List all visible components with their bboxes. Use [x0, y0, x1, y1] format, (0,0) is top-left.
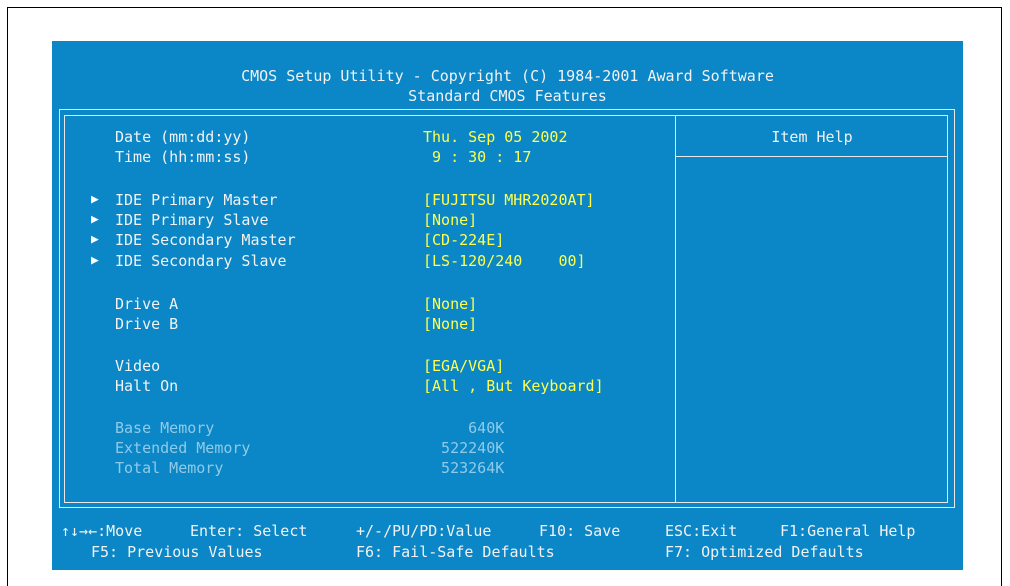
submenu-arrow-icon: ▶: [91, 192, 99, 207]
extended-memory-label: Extended Memory: [115, 439, 251, 457]
halt-on-label: Halt On: [115, 377, 179, 395]
footer-move-hint: ↑↓→←:Move: [61, 522, 143, 540]
time-label: Time (hh:mm:ss): [115, 148, 251, 166]
footer-enter-hint: Enter: Select: [190, 522, 308, 540]
date-label: Date (mm:dd:yy): [115, 128, 251, 146]
bios-setup-screen: CMOS Setup Utility - Copyright (C) 1984-…: [52, 41, 963, 570]
ide-primary-slave-label[interactable]: IDE Primary Slave: [115, 210, 269, 230]
footer-previous-values-hint: F5: Previous Values: [91, 543, 263, 561]
ide-primary-master-value[interactable]: [FUJITSU MHR2020AT]: [423, 190, 595, 210]
submenu-arrow-icon: ▶: [91, 212, 99, 227]
ide-secondary-master-value[interactable]: [CD-224E]: [423, 230, 504, 250]
footer-value-hint: +/-/PU/PD:Value: [356, 522, 492, 540]
ide-secondary-master-label[interactable]: IDE Secondary Master: [115, 230, 296, 250]
total-memory-value: 523264K: [423, 459, 505, 477]
footer-save-hint: F10: Save: [539, 522, 621, 540]
help-panel-divider: [675, 115, 676, 503]
ide-secondary-slave-value[interactable]: [LS-120/240 00]: [423, 251, 586, 271]
utility-title: CMOS Setup Utility - Copyright (C) 1984-…: [241, 67, 774, 85]
video-value[interactable]: [EGA/VGA]: [423, 356, 504, 376]
ide-primary-master-label[interactable]: IDE Primary Master: [115, 190, 278, 210]
base-memory-value: 640K: [423, 419, 505, 437]
footer-failsafe-hint: F6: Fail-Safe Defaults: [356, 543, 555, 561]
help-panel-rule: [676, 156, 948, 157]
date-value[interactable]: Thu. Sep 05 2002: [423, 127, 568, 147]
item-help-title: Item Help: [771, 128, 853, 146]
drive-b-value[interactable]: [None]: [423, 314, 477, 334]
submenu-arrow-icon: ▶: [91, 253, 99, 268]
halt-on-value[interactable]: [All , But Keyboard]: [423, 376, 604, 396]
total-memory-label: Total Memory: [115, 459, 224, 477]
drive-b-label: Drive B: [115, 315, 179, 333]
submenu-arrow-icon: ▶: [91, 232, 99, 247]
page-title: Standard CMOS Features: [408, 87, 607, 105]
drive-a-value[interactable]: [None]: [423, 294, 477, 314]
base-memory-label: Base Memory: [115, 419, 215, 437]
footer-optimized-hint: F7: Optimized Defaults: [665, 543, 864, 561]
ide-secondary-slave-label[interactable]: IDE Secondary Slave: [115, 251, 287, 271]
drive-a-label: Drive A: [115, 295, 179, 313]
video-label: Video: [115, 357, 161, 375]
ide-primary-slave-value[interactable]: [None]: [423, 210, 477, 230]
time-value[interactable]: 9 : 30 : 17: [423, 147, 531, 167]
extended-memory-value: 522240K: [423, 439, 505, 457]
footer-help-hint: F1:General Help: [780, 522, 916, 540]
footer-exit-hint: ESC:Exit: [665, 522, 738, 540]
